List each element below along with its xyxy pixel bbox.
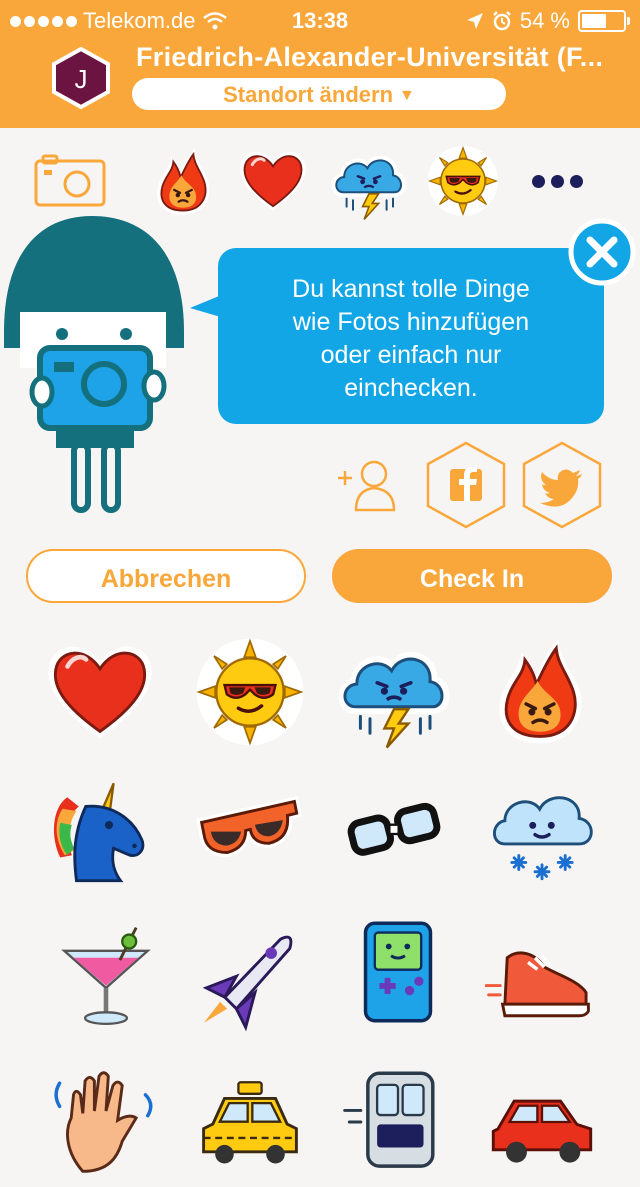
tip-line-3: oder einfach nur (320, 341, 502, 369)
snow-cloud-sticker-icon (484, 772, 600, 888)
avatar-letter: J (75, 64, 88, 94)
cancel-button[interactable]: Abbrechen (26, 549, 306, 603)
sun-sticker-icon (192, 634, 308, 750)
space-shuttle-sticker-icon (190, 916, 306, 1032)
facebook-icon (426, 441, 506, 529)
sticker-fire[interactable] (482, 632, 598, 748)
caret-down-icon: ▼ (399, 87, 415, 104)
sun-sticker-icon (425, 143, 501, 219)
mascot-illustration (4, 216, 184, 513)
train-sticker-icon (340, 1064, 456, 1180)
storm-cloud-sticker-icon (334, 630, 454, 750)
alarm-clock-icon (492, 11, 511, 31)
location-header: Telekom.de 13:38 54 % J Friedrich-Alexan… (0, 0, 640, 128)
sticker-space-shuttle[interactable] (190, 916, 306, 1032)
camera-button[interactable] (29, 140, 111, 222)
heart-sticker-icon (42, 634, 158, 750)
nerd-glasses-sticker-icon (336, 776, 452, 892)
close-tip-button[interactable] (568, 218, 636, 286)
sticker-heart[interactable] (42, 634, 158, 750)
storm-sticker-button[interactable] (328, 140, 410, 222)
twitter-icon (522, 441, 602, 529)
tip-line-2: wie Fotos hinzufügen (292, 308, 530, 336)
status-right: 54 % (466, 8, 630, 34)
battery-icon (578, 10, 630, 32)
change-location-button[interactable]: Standort ändern ▼ (132, 78, 506, 110)
change-location-label: Standort ändern (223, 82, 394, 107)
place-title: Friedrich-Alexander-Universität (F... (136, 42, 604, 72)
battery-percent: 54 % (519, 8, 570, 33)
sunglasses-sticker-icon (190, 776, 306, 892)
sticker-waving-hand[interactable] (48, 1060, 164, 1176)
sun-sticker-button[interactable] (422, 140, 504, 222)
taxi-sticker-icon (192, 1066, 308, 1182)
sticker-cocktail[interactable] (48, 916, 164, 1032)
sticker-train[interactable] (340, 1064, 456, 1180)
avatar[interactable]: J (50, 46, 112, 110)
game-boy-sticker-icon (340, 914, 456, 1030)
sticker-sunglasses[interactable] (190, 776, 306, 892)
heart-sticker-button[interactable] (232, 140, 314, 222)
add-friend-button[interactable] (326, 448, 408, 538)
more-icon (531, 174, 583, 188)
tip-bubble: Du kannst tolle Dinge wie Fotos hinzufüg… (218, 248, 604, 424)
add-friend-icon (338, 460, 396, 512)
camera-icon (34, 154, 106, 207)
cocktail-sticker-icon (48, 916, 164, 1032)
fire-sticker-icon (482, 632, 598, 748)
waving-hand-sticker-icon (48, 1060, 164, 1176)
tip-line-4: einchecken. (344, 374, 478, 402)
sticker-sneaker[interactable] (484, 916, 600, 1032)
heart-sticker-icon (236, 144, 310, 218)
sticker-storm-cloud[interactable] (334, 630, 450, 746)
sticker-sun[interactable] (192, 634, 308, 750)
status-bar: Telekom.de 13:38 54 % (0, 0, 640, 40)
sticker-snow-cloud[interactable] (484, 772, 600, 888)
tip-line-1: Du kannst tolle Dinge (292, 275, 530, 303)
sticker-taxi[interactable] (192, 1066, 308, 1182)
check-in-button[interactable]: Check In (332, 549, 612, 603)
sneaker-sticker-icon (484, 916, 600, 1032)
sticker-unicorn[interactable] (44, 774, 160, 890)
sticker-game-boy[interactable] (340, 914, 456, 1030)
twitter-share-button[interactable] (520, 440, 602, 530)
sticker-nerd-glasses[interactable] (336, 776, 452, 892)
sticker-red-car[interactable] (484, 1064, 600, 1180)
more-button[interactable] (516, 140, 598, 222)
facebook-share-button[interactable] (424, 440, 506, 530)
fire-sticker-icon (146, 144, 220, 218)
close-icon (568, 218, 636, 286)
fire-sticker-button[interactable] (142, 140, 224, 222)
location-arrow-icon (466, 13, 483, 29)
unicorn-sticker-icon (44, 774, 160, 890)
storm-cloud-sticker-icon (329, 141, 409, 221)
red-car-sticker-icon (484, 1064, 600, 1180)
